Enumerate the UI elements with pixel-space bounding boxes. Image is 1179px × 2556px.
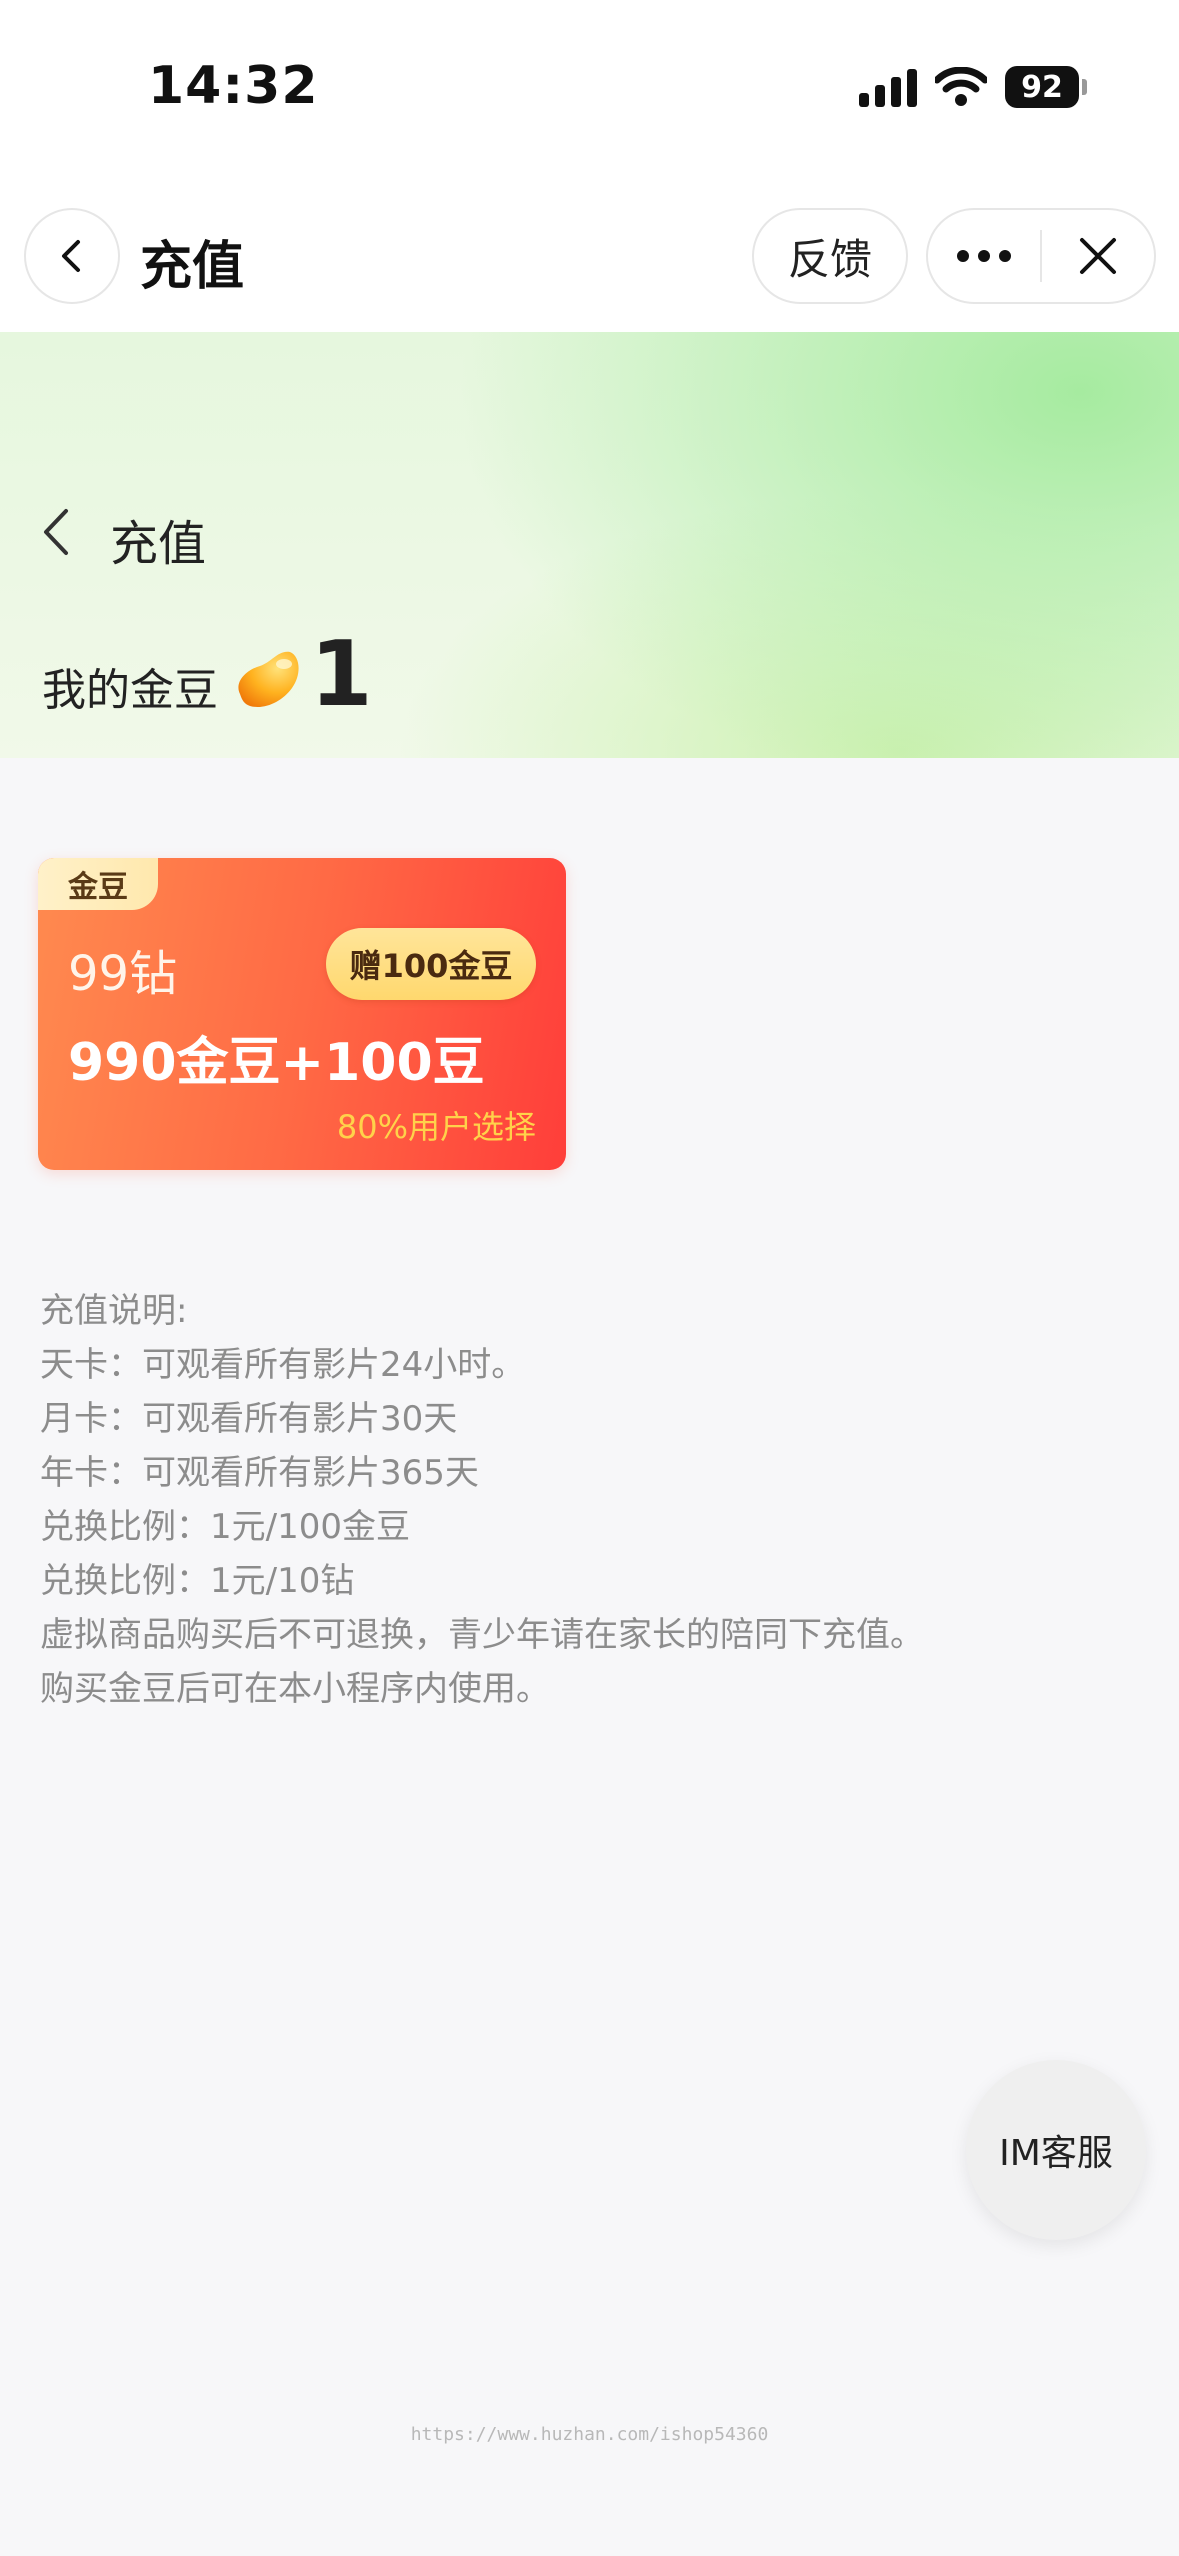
status-bar: 14:32 92 (0, 0, 1179, 180)
more-button[interactable] (928, 210, 1040, 302)
feedback-button[interactable]: 反馈 (752, 208, 908, 304)
mini-program-capsule (926, 208, 1156, 304)
note-line: 兑换比例：1元/100金豆 (40, 1507, 410, 1547)
watermark: https://www.huzhan.com/ishop54360 (410, 2424, 769, 2445)
nav-back-button[interactable] (24, 208, 120, 304)
note-line: 年卡：可观看所有影片365天 (40, 1453, 479, 1493)
more-icon (957, 250, 1011, 262)
balance-label: 我的金豆 (42, 665, 218, 716)
cellular-signal-icon (859, 67, 917, 107)
recharge-notes: 充值说明: 天卡：可观看所有影片24小时。 月卡：可观看所有影片30天 年卡：可… (40, 1284, 1140, 1716)
note-line: 购买金豆后可在本小程序内使用。 (40, 1669, 550, 1709)
close-button[interactable] (1042, 210, 1154, 302)
balance-header: 充值 我的金豆 1 (0, 332, 1179, 758)
balance-value: 1 (310, 622, 373, 727)
popularity-hint: 80%用户选择 (336, 1108, 536, 1146)
gold-bean-icon (238, 651, 299, 708)
note-line: 兑换比例：1元/10钻 (40, 1561, 355, 1601)
package-amount: 990金豆+100豆 (68, 1033, 485, 1093)
package-price: 99钻 (68, 946, 178, 1002)
nav-title: 充值 (140, 237, 245, 297)
note-line: 虚拟商品购买后不可退换，青少年请在家长的陪同下充值。 (40, 1615, 924, 1655)
page-back-button[interactable] (40, 502, 90, 562)
package-tag: 金豆 (38, 858, 158, 910)
status-time: 14:32 (148, 56, 319, 116)
status-icons: 92 (859, 64, 1087, 110)
chevron-left-icon (44, 509, 68, 555)
note-line: 月卡：可观看所有影片30天 (40, 1399, 458, 1439)
nav-bar: 充值 反馈 (0, 180, 1179, 332)
note-line: 天卡：可观看所有影片24小时。 (40, 1345, 526, 1385)
wifi-icon (935, 67, 987, 106)
note-line: 充值说明: (40, 1291, 188, 1331)
recharge-package-card[interactable]: 金豆 99钻 赠100金豆 990金豆+100豆 80%用户选择 (38, 858, 566, 1170)
chevron-left-icon (62, 240, 80, 272)
battery-icon: 92 (1005, 66, 1087, 108)
battery-level: 92 (1021, 69, 1063, 105)
im-customer-service-button[interactable]: IM客服 (966, 2060, 1146, 2240)
gift-badge: 赠100金豆 (326, 928, 536, 1000)
close-icon (1080, 238, 1116, 274)
page-title: 充值 (110, 516, 207, 572)
